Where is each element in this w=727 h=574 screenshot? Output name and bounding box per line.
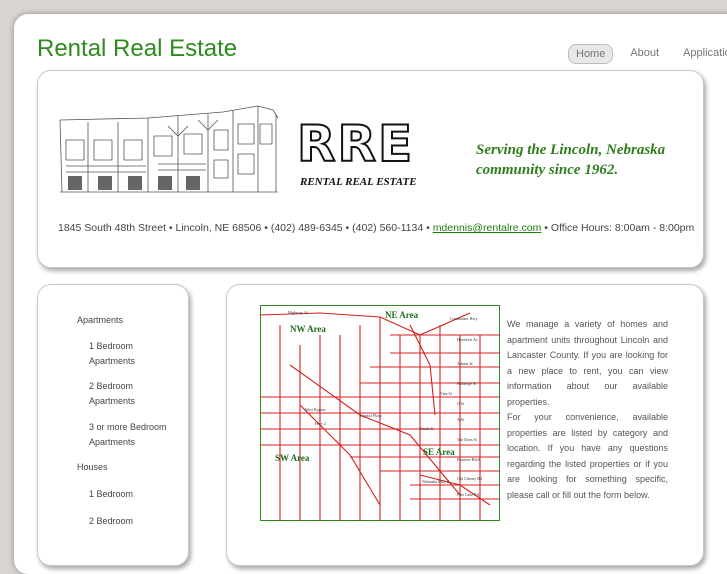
intro-paragraph-1: We manage a variety of homes and apartme… [507, 319, 668, 407]
sidebar-item-1br-apartments[interactable]: 1 Bedroom Apartments [89, 339, 135, 369]
sidebar-label: 1 Bedroom [89, 341, 134, 351]
contact-address-phones: 1845 South 48th Street • Lincoln, NE 685… [58, 222, 433, 234]
map-street-label: Havelock Av [457, 337, 478, 342]
sidebar-item-apartments[interactable]: Apartments [77, 313, 123, 328]
lincoln-area-map[interactable]: NE Area NW Area SW Area SE Area Highway … [260, 305, 500, 521]
map-street-label: Pioneers Blvd [457, 457, 480, 462]
sidebar-item-houses[interactable]: Houses [77, 460, 108, 475]
nav-home[interactable]: Home [568, 44, 614, 64]
map-street-label: West Bypass [305, 407, 326, 412]
sidebar-label: Apartments [89, 396, 136, 406]
map-street-label: O St [457, 401, 465, 406]
map-street-label: Holdrege St [457, 381, 477, 386]
rre-logo: RRE [296, 115, 415, 173]
sidebar-label: Apartments [89, 356, 136, 366]
logo-subtitle: RENTAL REAL ESTATE [300, 176, 417, 188]
map-street-label: Nebraska Hwy 2 [422, 479, 449, 484]
intro-paragraph-2: For your convenience, available properti… [507, 412, 668, 500]
tagline: Serving the Lincoln, Nebraska community … [476, 140, 686, 180]
map-street-label: Adams St [457, 361, 474, 366]
map-street-label: Capitol Pkwy [360, 413, 382, 418]
building-illustration [59, 105, 279, 193]
map-area-nw: NW Area [290, 324, 326, 334]
sidebar-item-2br-apartments[interactable]: 2 Bedroom Apartments [89, 379, 135, 409]
site-title[interactable]: Rental Real Estate [37, 35, 237, 63]
email-link[interactable]: mdennis@rentalre.com [433, 222, 542, 234]
nav-about[interactable]: About [623, 44, 666, 64]
map-street-label: A St [457, 417, 465, 422]
main-nav: Home About Application [568, 44, 727, 64]
sidebar-label: Apartments [89, 437, 136, 447]
sidebar-label: 3 or more Bedroom [89, 422, 167, 432]
tagline-line-2: community since 1962. [476, 162, 619, 178]
map-street-label: Vine St [440, 391, 453, 396]
map-street-label: Old Cheney Rd [457, 476, 482, 481]
map-street-label: Hwy 2 [315, 421, 326, 426]
sidebar-label: 2 Bedroom [89, 381, 134, 391]
map-area-se: SE Area [423, 447, 455, 457]
sidebar-item-1br-houses[interactable]: 1 Bedroom [89, 487, 133, 502]
nav-application[interactable]: Application [676, 44, 727, 64]
map-street-label: Pine Lake Rd [457, 492, 479, 497]
tagline-line-1: Serving the Lincoln, Nebraska [476, 142, 666, 158]
map-street-label: Van Dorn St [457, 437, 478, 442]
contact-info: 1845 South 48th Street • Lincoln, NE 685… [58, 222, 694, 234]
map-street-label: South St [420, 426, 435, 431]
sidebar-item-2br-houses[interactable]: 2 Bedroom [89, 514, 133, 529]
map-street-label: Cornhusker Hwy [450, 316, 477, 321]
map-area-sw: SW Area [275, 453, 310, 463]
office-hours: • Office Hours: 8:00am - 8:00pm [541, 222, 695, 234]
map-street-label: Highway 34 [288, 310, 308, 315]
sidebar-item-3br-apartments[interactable]: 3 or more Bedroom Apartments [89, 420, 167, 450]
map-area-ne: NE Area [385, 310, 419, 320]
